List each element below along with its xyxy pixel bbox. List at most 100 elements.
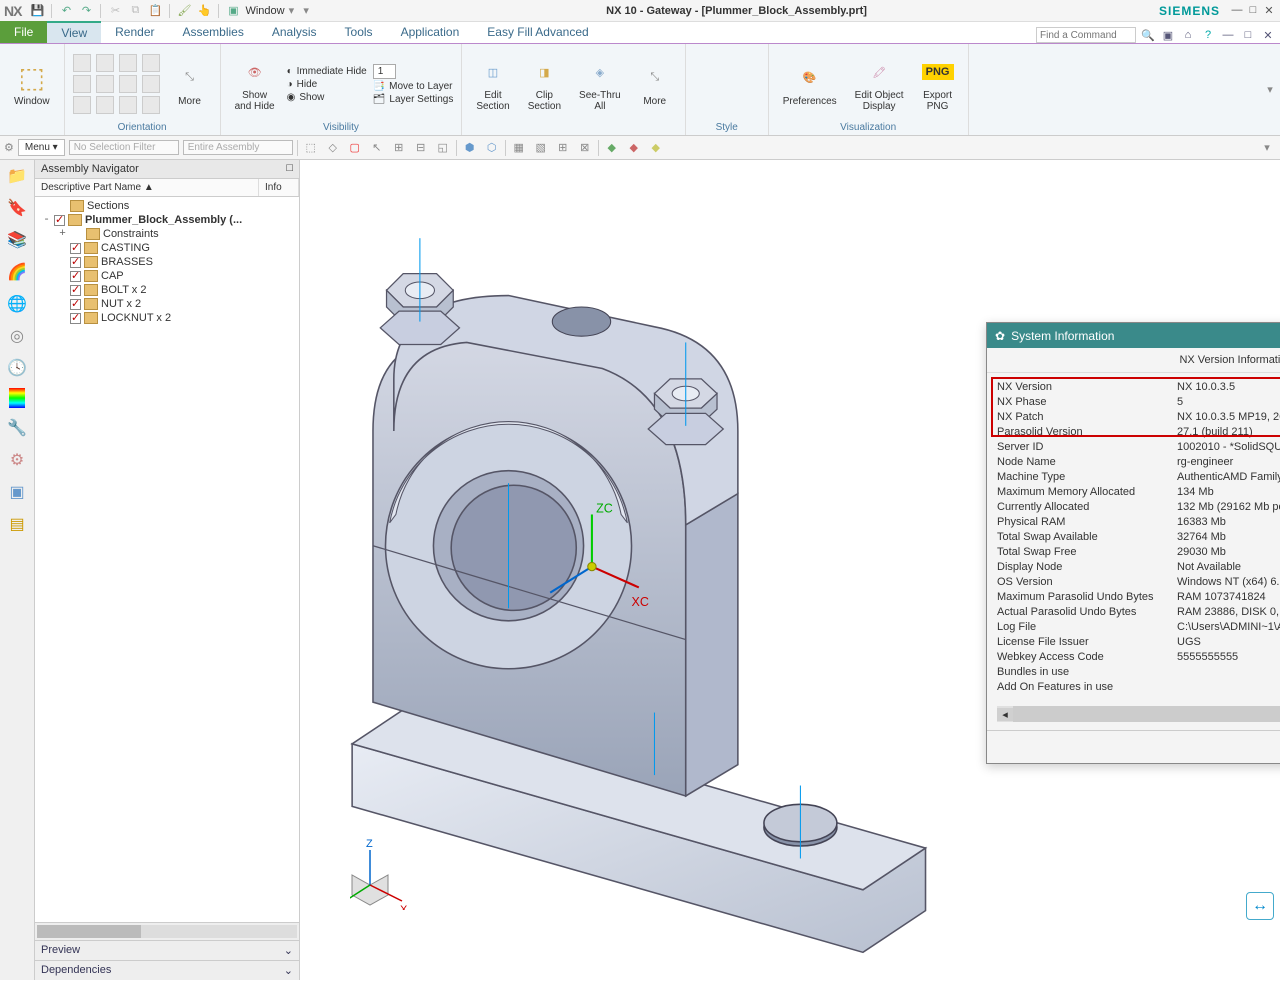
tab-tools[interactable]: Tools xyxy=(331,21,387,43)
rail-tab2-icon[interactable]: ▤ xyxy=(5,512,29,536)
t8-icon[interactable]: ⬢ xyxy=(461,139,479,157)
tab-view[interactable]: View xyxy=(47,21,101,43)
see-thru[interactable]: ◈See-Thru All xyxy=(573,54,627,114)
paste-icon[interactable]: 📋 xyxy=(147,3,163,19)
t4-icon[interactable]: ↖ xyxy=(368,139,386,157)
t6-icon[interactable]: ⊟ xyxy=(412,139,430,157)
tab-assemblies[interactable]: Assemblies xyxy=(169,21,258,43)
rail-history-icon[interactable]: 🕓 xyxy=(5,356,29,380)
window-icon[interactable]: ▣ xyxy=(225,3,241,19)
tree-item[interactable]: BRASSES xyxy=(37,255,297,269)
assembly-scope[interactable]: Entire Assembly xyxy=(183,140,293,155)
rail-nav-icon[interactable]: 📁 xyxy=(5,164,29,188)
undo-icon[interactable]: ↶ xyxy=(58,3,74,19)
checkbox[interactable] xyxy=(70,285,81,296)
checkbox[interactable] xyxy=(54,215,65,226)
view-7-icon[interactable] xyxy=(119,75,137,93)
edit-section[interactable]: ◫Edit Section xyxy=(470,54,515,114)
rail-hd3d-icon[interactable]: 🌈 xyxy=(5,260,29,284)
view-10-icon[interactable] xyxy=(96,96,114,114)
maximize-icon[interactable]: □ xyxy=(1246,4,1260,17)
command-search[interactable] xyxy=(1036,27,1136,43)
save-icon[interactable]: 💾 xyxy=(29,3,45,19)
tab-easy-fill-advanced[interactable]: Easy Fill Advanced xyxy=(473,21,602,43)
max2-icon[interactable]: □ xyxy=(1240,27,1256,43)
view-8-icon[interactable] xyxy=(142,75,160,93)
t5-icon[interactable]: ⊞ xyxy=(390,139,408,157)
t11-icon[interactable]: ▧ xyxy=(532,139,550,157)
rail-tab1-icon[interactable]: ▣ xyxy=(5,480,29,504)
menu-button[interactable]: Menu ▾ xyxy=(18,139,65,156)
t2-icon[interactable]: ◇ xyxy=(324,139,342,157)
t1-icon[interactable]: ⬚ xyxy=(302,139,320,157)
selection-filter[interactable]: No Selection Filter xyxy=(69,140,179,155)
tab-render[interactable]: Render xyxy=(101,21,168,43)
checkbox[interactable] xyxy=(70,299,81,310)
help-icon[interactable]: ? xyxy=(1200,27,1216,43)
tree-item[interactable]: NUT x 2 xyxy=(37,297,297,311)
tab-analysis[interactable]: Analysis xyxy=(258,21,331,43)
dialog-scroll[interactable]: ◂ ▸ xyxy=(997,706,1280,722)
hide-cmd[interactable]: ◑Hide xyxy=(287,79,367,90)
min2-icon[interactable]: — xyxy=(1220,27,1236,43)
search-icon[interactable]: 🔍 xyxy=(1140,27,1156,43)
view-top-icon[interactable] xyxy=(73,54,91,72)
checkbox[interactable] xyxy=(70,257,81,268)
t16-icon[interactable]: ◆ xyxy=(647,139,665,157)
export-png[interactable]: PNGExport PNG xyxy=(916,54,960,114)
move-to-layer[interactable]: 📑Move to Layer xyxy=(373,81,454,92)
view-5-icon[interactable] xyxy=(73,75,91,93)
graphics-viewport[interactable]: ZC XC Z X Y ✿System Information ✕ NX Ver… xyxy=(300,160,1280,980)
edit-object-display[interactable]: 🖍Edit Object Display xyxy=(849,54,910,114)
tree-item[interactable]: LOCKNUT x 2 xyxy=(37,311,297,325)
rail-role-icon[interactable]: ◎ xyxy=(5,324,29,348)
overflow-icon[interactable]: ▾ xyxy=(298,3,314,19)
close2-icon[interactable]: ✕ xyxy=(1260,27,1276,43)
rail-mfg-icon[interactable]: ⚙ xyxy=(5,448,29,472)
teamviewer-icon[interactable]: ↔ xyxy=(1246,892,1274,920)
checkbox[interactable] xyxy=(70,271,81,282)
recent-icon[interactable]: ▣ xyxy=(1160,27,1176,43)
t13-icon[interactable]: ⊠ xyxy=(576,139,594,157)
close-icon[interactable]: ✕ xyxy=(1262,4,1276,17)
home-icon[interactable]: ⌂ xyxy=(1180,27,1196,43)
t9-icon[interactable]: ⬡ xyxy=(483,139,501,157)
tree-item[interactable]: Sections xyxy=(37,199,297,213)
scroll-left-icon[interactable]: ◂ xyxy=(997,708,1013,721)
vis-more[interactable]: ⤡More xyxy=(633,60,677,109)
rail-process-icon[interactable] xyxy=(9,388,25,408)
t12-icon[interactable]: ⊞ xyxy=(554,139,572,157)
immediate-hide[interactable]: ◐Immediate Hide xyxy=(287,66,367,77)
tree-item[interactable]: CAP xyxy=(37,269,297,283)
nav-horizontal-scroll[interactable] xyxy=(35,922,299,940)
tree-item[interactable]: BOLT x 2 xyxy=(37,283,297,297)
tree-item[interactable]: +Constraints xyxy=(37,227,297,241)
t3-icon[interactable]: ▢ xyxy=(346,139,364,157)
view-11-icon[interactable] xyxy=(119,96,137,114)
touch-icon[interactable]: 👆 xyxy=(196,3,212,19)
window-button[interactable]: ⬚ Window xyxy=(8,60,56,109)
tree-item[interactable]: -Plummer_Block_Assembly (... xyxy=(37,213,297,227)
navigator-pin-icon[interactable]: □ xyxy=(286,163,293,175)
file-tab[interactable]: File xyxy=(0,21,47,43)
window-menu[interactable]: Window xyxy=(245,5,284,17)
view-6-icon[interactable] xyxy=(96,75,114,93)
column-part-name[interactable]: Descriptive Part Name ▲ xyxy=(35,179,259,196)
view-side-icon[interactable] xyxy=(119,54,137,72)
copy-icon[interactable]: ⧉ xyxy=(127,3,143,19)
view-iso-icon[interactable] xyxy=(142,54,160,72)
t10-icon[interactable]: ▦ xyxy=(510,139,528,157)
orientation-more[interactable]: ⤡ More xyxy=(168,60,212,109)
rail-part-icon[interactable]: 🔖 xyxy=(5,196,29,220)
t14-icon[interactable]: ◆ xyxy=(603,139,621,157)
preview-panel[interactable]: Preview⌄ xyxy=(35,940,299,960)
preferences[interactable]: 🎨Preferences xyxy=(777,60,843,109)
checkbox[interactable] xyxy=(70,313,81,324)
view-9-icon[interactable] xyxy=(73,96,91,114)
rail-sim-icon[interactable]: 🔧 xyxy=(5,416,29,440)
assembly-tree[interactable]: Sections-Plummer_Block_Assembly (...+Con… xyxy=(35,197,299,922)
tree-item[interactable]: CASTING xyxy=(37,241,297,255)
ribbon-overflow-icon[interactable]: ▾ xyxy=(1260,44,1280,135)
t7-icon[interactable]: ◱ xyxy=(434,139,452,157)
column-info[interactable]: Info xyxy=(259,179,299,196)
